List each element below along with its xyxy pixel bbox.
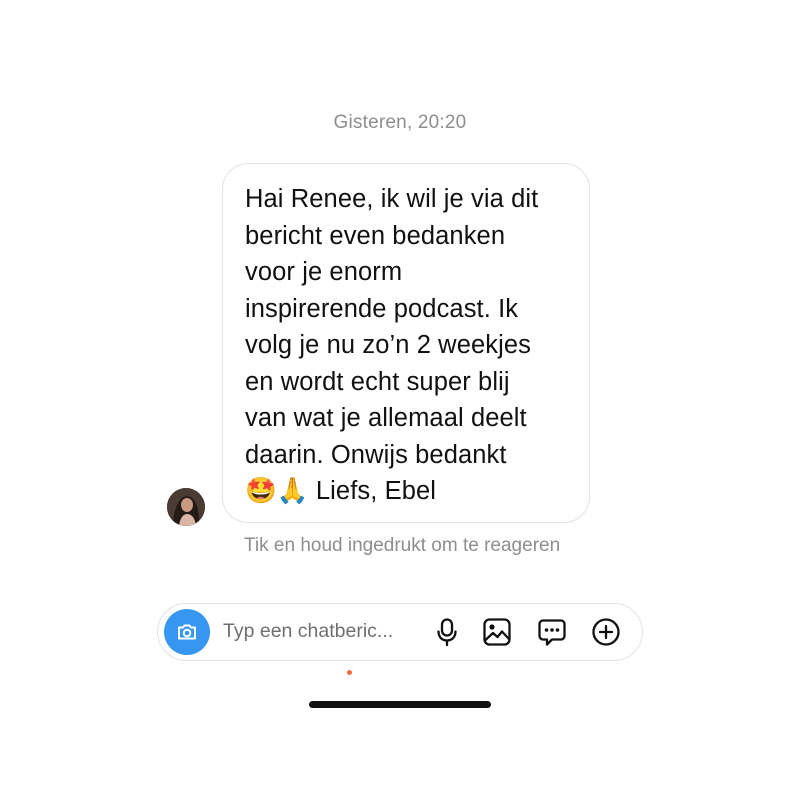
message-composer[interactable]: Typ een chatberic... — [157, 603, 643, 661]
avatar[interactable] — [167, 488, 205, 526]
gallery-button[interactable] — [481, 616, 513, 648]
message-timestamp: Gisteren, 20:20 — [333, 112, 467, 133]
message-input[interactable]: Typ een chatberic... — [223, 620, 393, 643]
reaction-hint: Tik en houd ingedrukt om te reageren — [244, 535, 561, 556]
sticker-icon — [538, 619, 566, 646]
camera-icon — [178, 624, 196, 640]
plus-icon — [592, 618, 620, 646]
camera-button[interactable] — [164, 609, 210, 655]
more-options-button[interactable] — [590, 616, 622, 648]
message-bubble[interactable]: Hai Renee, ik wil je via dit bericht eve… — [222, 163, 590, 523]
image-icon — [483, 618, 511, 646]
microphone-icon — [437, 618, 457, 647]
avatar-image — [167, 488, 205, 526]
status-dot — [347, 670, 352, 675]
message-text: Hai Renee, ik wil je via dit bericht eve… — [245, 185, 539, 505]
microphone-button[interactable] — [431, 616, 463, 648]
sticker-button[interactable] — [536, 616, 568, 648]
home-indicator[interactable] — [309, 701, 491, 708]
